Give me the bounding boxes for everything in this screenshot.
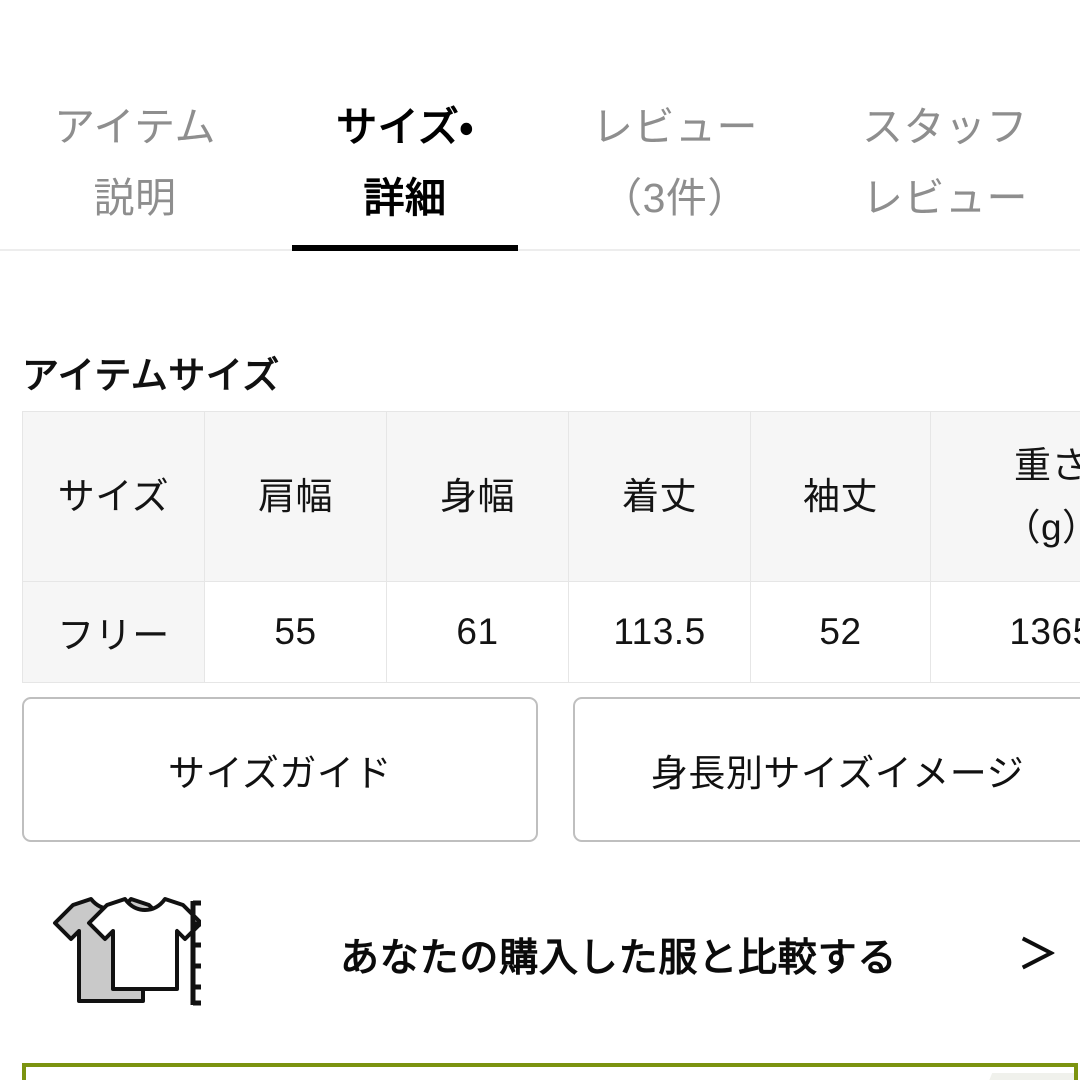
table-header-size: サイズ (22, 411, 205, 582)
table-header-weight-label: 重さ (1014, 444, 1080, 486)
size-guide-button[interactable]: サイズガイド (22, 697, 538, 842)
chevron-right-icon: ＞ (1018, 933, 1058, 977)
tab-staff-reviews[interactable]: スタッフ レビュー (810, 0, 1080, 249)
promo-banner-corner-decoration (955, 1073, 1074, 1080)
table-header-shoulder-width-label: 肩幅 (258, 475, 333, 517)
size-action-button-row: サイズガイド 身長別サイズイメージ (22, 697, 1080, 842)
tab-reviews[interactable]: レビュー （3件） (540, 0, 810, 249)
product-detail-tabbar: アイテム 説明 サイズ・ 詳細 レビュー （3件） スタッフ レビュー (0, 0, 1080, 251)
item-size-table-body: フリー 55 61 113.5 52 1365 (22, 581, 1080, 683)
table-header-row: サイズ 肩幅 身幅 着丈 袖丈 重さ （g (22, 411, 1080, 582)
table-header-size-label: サイズ (57, 475, 170, 517)
item-size-table: サイズ 肩幅 身幅 着丈 袖丈 重さ （g フリー 55 61 113.5 52… (22, 411, 1080, 683)
item-size-table-head: サイズ 肩幅 身幅 着丈 袖丈 重さ （g (22, 411, 1080, 582)
tab-staff-reviews-line2: レビュー (862, 175, 1028, 221)
table-header-body-width-label: 身幅 (440, 475, 515, 517)
table-header-sleeve-length-label: 袖丈 (803, 475, 878, 517)
cell-size: フリー (22, 581, 205, 683)
cell-body-width: 61 (386, 581, 569, 683)
promo-banner-green[interactable] (22, 1063, 1078, 1080)
table-row: フリー 55 61 113.5 52 1365 (22, 581, 1080, 683)
compare-row-label: あなたの購入した服と比較する (340, 937, 898, 980)
item-size-table-scroll-container[interactable]: サイズ 肩幅 身幅 着丈 袖丈 重さ （g フリー 55 61 113.5 52… (22, 411, 1080, 683)
table-header-length: 着丈 (568, 411, 751, 582)
tab-item-description-line1: アイテム (54, 104, 216, 150)
tab-size-detail-line2: 詳細 (363, 175, 447, 221)
cell-length: 113.5 (568, 581, 751, 683)
tab-size-detail-line1: サイズ・ (336, 104, 474, 150)
compare-with-purchased-clothes-row[interactable]: あなたの購入した服と比較する ＞ (0, 880, 1080, 1030)
tab-reviews-count: （3件） (601, 175, 749, 221)
tab-staff-reviews-line1: スタッフ (862, 104, 1028, 150)
table-header-body-width: 身幅 (386, 411, 569, 582)
height-size-image-button[interactable]: 身長別サイズイメージ (573, 697, 1080, 842)
table-header-length-label: 着丈 (622, 475, 697, 517)
cell-weight: 1365 (930, 581, 1080, 683)
table-header-shoulder-width: 肩幅 (204, 411, 387, 582)
cell-shoulder-width: 55 (204, 581, 387, 683)
table-header-weight: 重さ （g） (930, 411, 1080, 582)
tab-reviews-line1: レビュー (592, 104, 758, 150)
table-header-weight-unit: （g） (1003, 506, 1080, 548)
cell-sleeve-length: 52 (750, 581, 931, 683)
product-size-detail-page: アイテム 説明 サイズ・ 詳細 レビュー （3件） スタッフ レビュー アイテム… (0, 0, 1080, 1080)
tab-size-detail[interactable]: サイズ・ 詳細 (270, 0, 540, 249)
item-size-section-title: アイテムサイズ (22, 355, 280, 396)
table-header-sleeve-length: 袖丈 (750, 411, 931, 582)
two-tshirts-ruler-icon (33, 893, 211, 1013)
tab-item-description-line2: 説明 (93, 175, 177, 221)
tab-item-description[interactable]: アイテム 説明 (0, 0, 270, 249)
